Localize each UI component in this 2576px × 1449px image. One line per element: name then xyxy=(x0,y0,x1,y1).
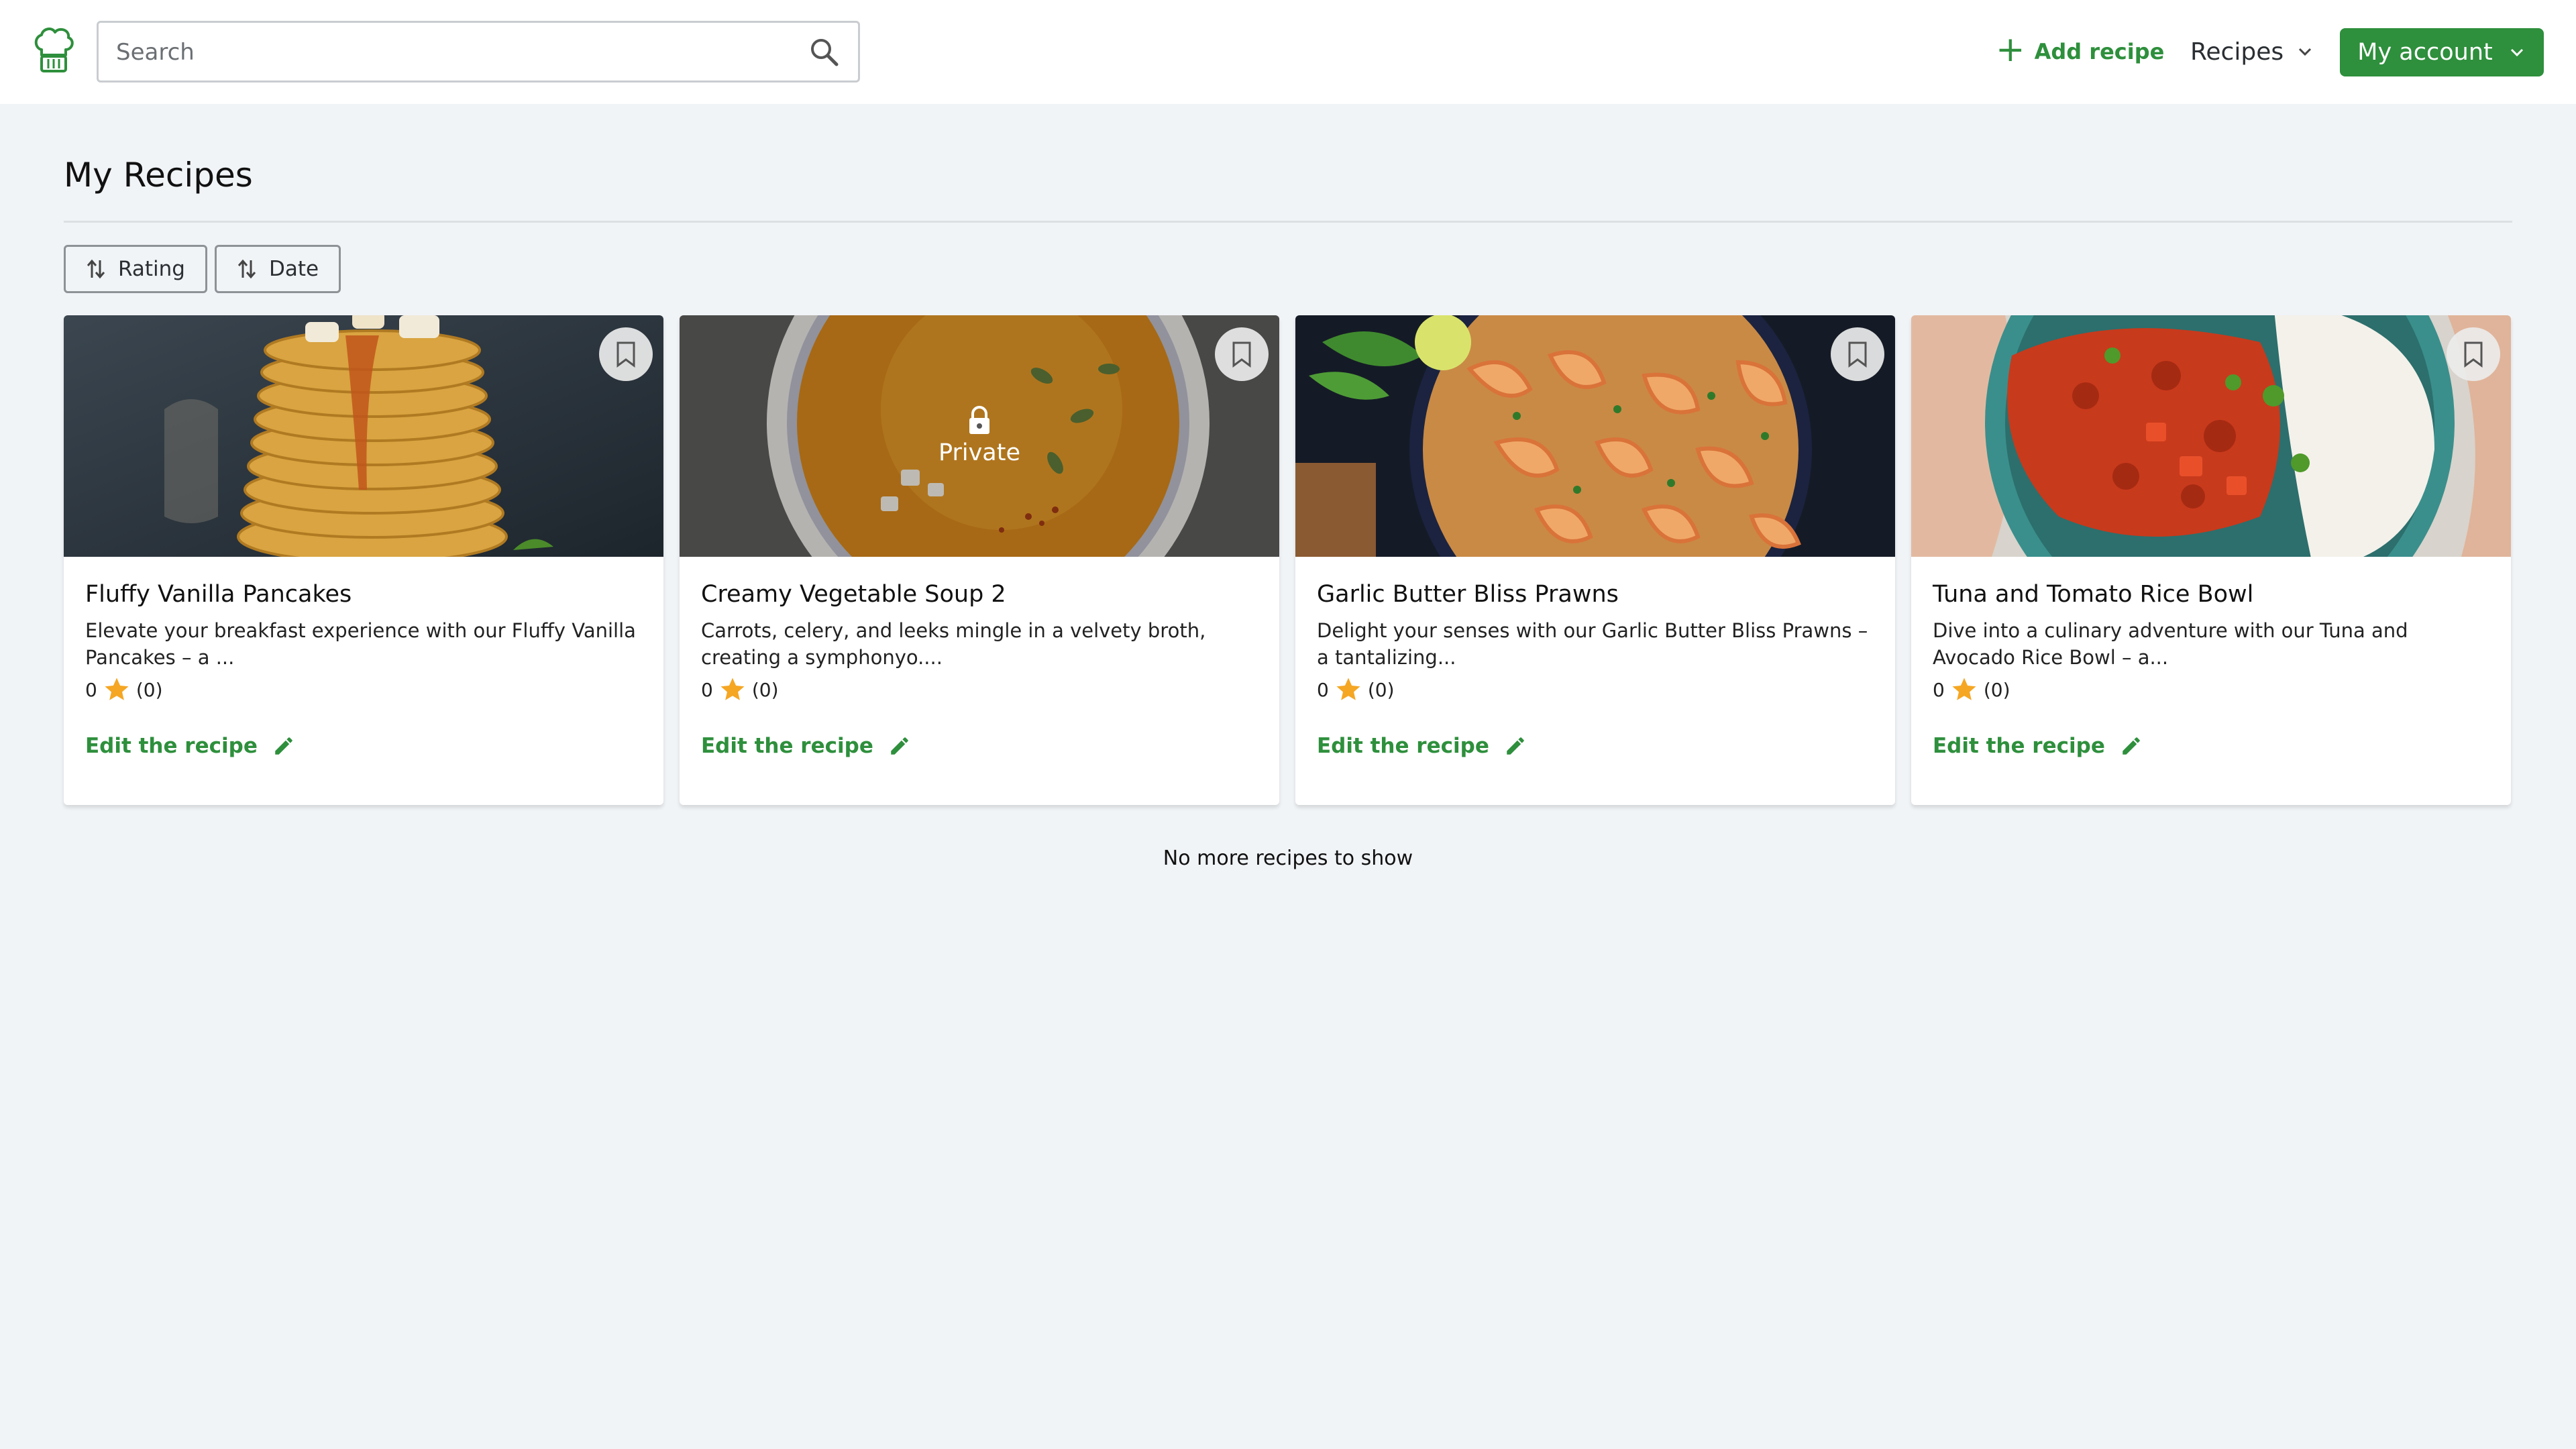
recipe-grid: Fluffy Vanilla Pancakes Elevate your bre… xyxy=(64,315,2512,806)
recipes-menu-label: Recipes xyxy=(2190,38,2284,66)
rating-value: 0 xyxy=(701,678,713,701)
star-icon xyxy=(1952,678,1976,700)
recipe-rating: 0 (0) xyxy=(1933,676,2010,704)
rating-value: 0 xyxy=(1317,678,1329,701)
edit-recipe-link[interactable]: Edit the recipe xyxy=(85,734,295,758)
pencil-icon xyxy=(275,737,292,755)
edit-recipe-link[interactable]: Edit the recipe xyxy=(1933,734,2143,758)
top-navigation-bar: + Add recipe Recipes My account xyxy=(0,0,2576,104)
pencil-icon xyxy=(891,737,908,755)
pencil-icon xyxy=(2123,737,2140,755)
sort-arrows-icon xyxy=(87,259,105,279)
bookmark-icon xyxy=(1232,341,1251,368)
recipe-title[interactable]: Garlic Butter Bliss Prawns xyxy=(1317,581,1619,608)
edit-recipe-label: Edit the recipe xyxy=(701,734,873,758)
recipe-card[interactable]: Private Creamy Vegetable Soup 2 Carrots,… xyxy=(680,315,1279,805)
bookmark-icon xyxy=(2464,341,2483,368)
chevron-down-icon xyxy=(2299,48,2312,56)
rating-count: (0) xyxy=(751,678,779,701)
recipe-card[interactable]: Fluffy Vanilla Pancakes Elevate your bre… xyxy=(64,315,663,805)
recipe-description: Delight your senses with our Garlic Butt… xyxy=(1317,619,1868,669)
add-recipe-button[interactable]: + Add recipe xyxy=(1996,32,2164,71)
rating-count: (0) xyxy=(1367,678,1395,701)
search-icon[interactable] xyxy=(808,36,841,68)
search-box xyxy=(97,21,860,83)
pencil-icon xyxy=(1507,737,1524,755)
star-icon xyxy=(1336,678,1360,700)
rating-value: 0 xyxy=(1933,678,1945,701)
recipe-card[interactable]: Garlic Butter Bliss Prawns Delight your … xyxy=(1295,315,1895,805)
edit-recipe-label: Edit the recipe xyxy=(85,734,258,758)
recipe-description: Elevate your breakfast experience with o… xyxy=(85,619,636,669)
recipe-rating: 0 (0) xyxy=(85,676,163,704)
end-of-list-message: No more recipes to show xyxy=(1163,847,1413,870)
recipe-image[interactable]: Private xyxy=(680,315,1279,557)
sort-arrows-icon xyxy=(237,259,256,279)
sort-by-rating-button[interactable]: Rating xyxy=(64,245,207,293)
sort-by-date-button[interactable]: Date xyxy=(215,245,341,293)
rating-count: (0) xyxy=(136,678,163,701)
recipe-title[interactable]: Creamy Vegetable Soup 2 xyxy=(701,581,1006,608)
sort-date-label: Date xyxy=(269,257,319,281)
chef-hat-icon[interactable] xyxy=(32,25,75,75)
edit-recipe-link[interactable]: Edit the recipe xyxy=(1317,734,1527,758)
recipe-description: Carrots, celery, and leeks mingle in a v… xyxy=(701,619,1206,669)
recipe-rating: 0 (0) xyxy=(1317,676,1395,704)
recipe-image[interactable] xyxy=(1295,315,1895,557)
bookmark-button[interactable] xyxy=(1831,327,1884,381)
star-icon xyxy=(105,678,129,700)
star-icon xyxy=(720,678,745,700)
bookmark-button[interactable] xyxy=(2447,327,2500,381)
edit-recipe-label: Edit the recipe xyxy=(1317,734,1489,758)
recipe-card[interactable]: Tuna and Tomato Rice Bowl Dive into a cu… xyxy=(1911,315,2511,805)
add-recipe-label: Add recipe xyxy=(2034,39,2165,64)
recipe-rating: 0 (0) xyxy=(701,676,779,704)
bookmark-button[interactable] xyxy=(1215,327,1269,381)
chevron-down-icon xyxy=(2510,48,2523,57)
bookmark-icon xyxy=(1848,341,1867,368)
recipe-description: Dive into a culinary adventure with our … xyxy=(1933,619,2408,669)
lock-icon xyxy=(969,406,989,434)
recipes-menu-button[interactable]: Recipes xyxy=(2190,32,2314,71)
private-overlay: Private xyxy=(680,315,1279,557)
edit-recipe-link[interactable]: Edit the recipe xyxy=(701,734,911,758)
sort-rating-label: Rating xyxy=(118,257,185,281)
recipe-title[interactable]: Fluffy Vanilla Pancakes xyxy=(85,581,352,608)
plus-icon: + xyxy=(1996,30,2025,70)
recipe-image[interactable] xyxy=(1911,315,2511,557)
page-title: My Recipes xyxy=(64,156,253,195)
recipe-image[interactable] xyxy=(64,315,663,557)
recipe-title[interactable]: Tuna and Tomato Rice Bowl xyxy=(1933,581,2253,608)
divider xyxy=(64,221,2512,223)
bookmark-button[interactable] xyxy=(599,327,653,381)
my-account-button[interactable]: My account xyxy=(2340,28,2544,76)
edit-recipe-label: Edit the recipe xyxy=(1933,734,2105,758)
rating-value: 0 xyxy=(85,678,97,701)
search-input[interactable] xyxy=(115,32,788,72)
my-account-label: My account xyxy=(2357,39,2493,66)
private-label: Private xyxy=(938,439,1021,466)
rating-count: (0) xyxy=(1983,678,2010,701)
bookmark-icon xyxy=(616,341,635,368)
